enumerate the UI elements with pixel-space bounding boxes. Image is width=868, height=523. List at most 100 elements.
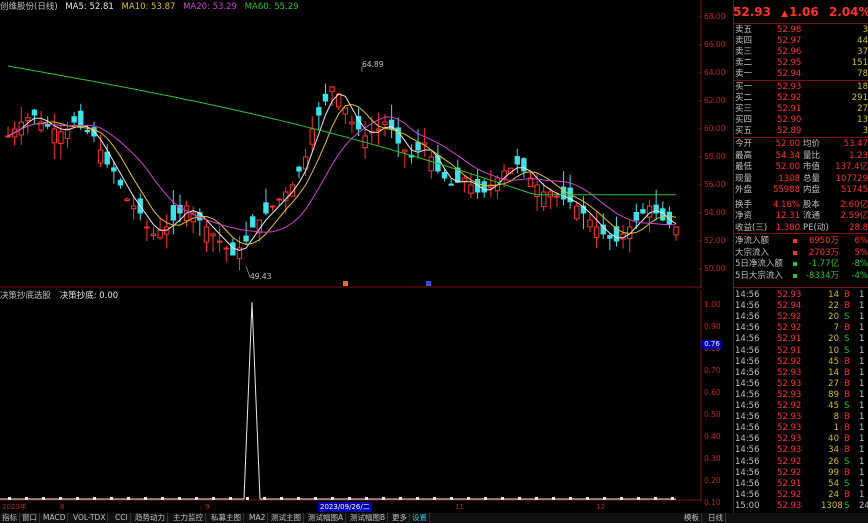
tick-price: 52.92 — [777, 356, 802, 367]
stats-value: 55988 — [772, 185, 800, 195]
capital-flow-bar — [793, 262, 797, 266]
tick-row: 14:56 52.92 20 S 1 — [733, 312, 868, 323]
capital-flow-pct: -4% — [851, 270, 868, 281]
high-annotation: 64.89 — [362, 60, 383, 69]
tick-side: B — [844, 378, 850, 389]
bottom-right-tab[interactable]: 模板 — [682, 513, 702, 523]
bottom-tab[interactable]: 私募主图 — [209, 513, 244, 523]
tick-side: B — [844, 489, 850, 500]
signal-dot — [399, 497, 402, 500]
stats-value: 1.23 — [849, 150, 868, 161]
tick-count: 1 — [859, 401, 865, 411]
orderbook-row[interactable]: 卖四 52.97 44 — [733, 36, 868, 47]
signal-dot — [603, 497, 606, 500]
tick-row: 14:56 52.94 22 B 1 — [733, 301, 868, 312]
bottom-toolbar: 指标 窗口 MACD VOL-TDX CCI 趋势动力 主力监控 私募主图 MA2 测试主图 测试幅… — [0, 513, 868, 523]
indicator-name: 决策抄底选股 — [0, 291, 52, 301]
tick-time: 14:56 — [735, 456, 760, 467]
signal-dot — [127, 497, 130, 500]
signal-dot — [535, 497, 538, 500]
bottom-right-tab[interactable]: 日线 — [706, 513, 726, 523]
capital-flow-value: 6950万 — [808, 236, 839, 246]
orderbook-label: 卖一 — [735, 69, 753, 79]
kline-chart[interactable] — [0, 0, 702, 288]
stats-label: PE(动) — [803, 222, 829, 233]
tick-row: 14:56 52.93 40 B 1 — [733, 434, 868, 445]
tick-row: 14:56 52.92 26 S 1 — [733, 457, 868, 468]
capital-flow-pct: 5% — [854, 247, 868, 258]
ma20-label: MA20: 53.29 — [183, 2, 237, 12]
bottom-tab[interactable]: MA2 — [247, 513, 269, 523]
tick-volume: 34 — [828, 445, 839, 456]
tick-volume: 14 — [828, 290, 839, 300]
bottom-tab[interactable]: 指标 — [0, 513, 20, 523]
capital-flow-row: 净流入额 6950万 6% — [733, 236, 868, 247]
orderbook-row[interactable]: 卖一 52.94 78 — [733, 69, 868, 80]
tick-side: S — [844, 401, 850, 411]
bottom-tab[interactable]: 趋势动力 — [133, 513, 168, 523]
price-axis-label: 52.00 — [704, 236, 726, 245]
bottom-tab[interactable]: VOL-TDX — [71, 513, 109, 523]
orderbook-label: 买五 — [735, 126, 753, 136]
tick-time: 14:56 — [735, 312, 760, 323]
tick-price: 52.93 — [777, 500, 802, 511]
signal-dot — [212, 497, 215, 500]
signal-dot — [59, 497, 62, 500]
tick-side: S — [844, 312, 850, 323]
signal-dot — [314, 497, 317, 500]
indicator-chart[interactable] — [0, 290, 702, 502]
orderbook-row[interactable]: 买四 52.90 13 — [733, 115, 868, 126]
tick-volume: 22 — [828, 301, 839, 312]
stats-label: 市值 — [803, 162, 821, 172]
divider — [733, 137, 868, 138]
date-left: 2023年 — [2, 503, 27, 511]
orderbook-row[interactable]: 买二 52.92 291 — [733, 93, 868, 104]
bottom-tab[interactable]: 测试幅图B — [348, 513, 389, 523]
stats-label: 收益(三) — [735, 222, 768, 233]
bottom-tab[interactable]: 测试主图 — [269, 513, 304, 523]
quote-header: 52.93 ▲1.06 2.04% — [733, 5, 868, 21]
bottom-tab[interactable]: 测试幅图A — [306, 513, 347, 523]
tick-count: 1 — [859, 478, 865, 489]
tick-row: 14:56 52.93 1 B 1 — [733, 423, 868, 434]
bottom-tab[interactable]: 更多 — [390, 513, 410, 523]
bottom-tab[interactable]: 窗口 — [20, 513, 40, 523]
tick-count: 1 — [859, 301, 865, 312]
tick-price: 52.93 — [777, 445, 802, 456]
tick-row: 14:56 52.91 54 S 1 — [733, 479, 868, 490]
bottom-tab[interactable]: CCI — [113, 513, 131, 523]
tick-time: 14:56 — [735, 445, 760, 456]
orderbook-row[interactable]: 买一 52.93 18 — [733, 82, 868, 93]
low-annotation: 49.43 — [250, 272, 271, 281]
orderbook-row[interactable]: 卖五 52.98 3 — [733, 25, 868, 36]
tick-time: 14:56 — [735, 467, 760, 478]
tick-count: 1 — [859, 434, 865, 445]
event-marker[interactable] — [343, 281, 348, 286]
signal-dot — [671, 497, 674, 500]
orderbook-row[interactable]: 买三 52.91 27 — [733, 104, 868, 115]
divider — [733, 23, 868, 24]
orderbook-row[interactable]: 卖三 52.96 37 — [733, 47, 868, 58]
orderbook-label: 卖五 — [735, 25, 753, 35]
tick-side: B — [844, 290, 850, 300]
price-axis-label: 54.00 — [704, 208, 726, 217]
tick-price: 52.92 — [777, 323, 802, 334]
tick-side: B — [844, 323, 850, 334]
orderbook-row[interactable]: 买五 52.89 3 — [733, 126, 868, 137]
signal-dot — [263, 497, 266, 500]
tick-volume: 10 — [828, 345, 839, 356]
bottom-tab[interactable]: MACD — [41, 513, 69, 523]
orderbook-row[interactable]: 卖二 52.95 151 — [733, 58, 868, 69]
capital-flow-label: 净流入额 — [735, 236, 770, 246]
orderbook-volume: 44 — [857, 36, 868, 46]
signal-dot — [297, 497, 300, 500]
date-m1: 8 — [60, 503, 65, 511]
tick-row: 14:56 52.93 89 B 1 — [733, 390, 868, 401]
signal-dot — [8, 497, 11, 500]
event-marker[interactable] — [426, 281, 431, 286]
bottom-tab[interactable]: 设置 — [410, 513, 430, 523]
tick-time: 14:56 — [735, 401, 760, 411]
bottom-tab[interactable]: 主力监控 — [171, 513, 206, 523]
orderbook-label: 卖二 — [735, 58, 753, 68]
capital-flow-bar — [793, 239, 797, 243]
